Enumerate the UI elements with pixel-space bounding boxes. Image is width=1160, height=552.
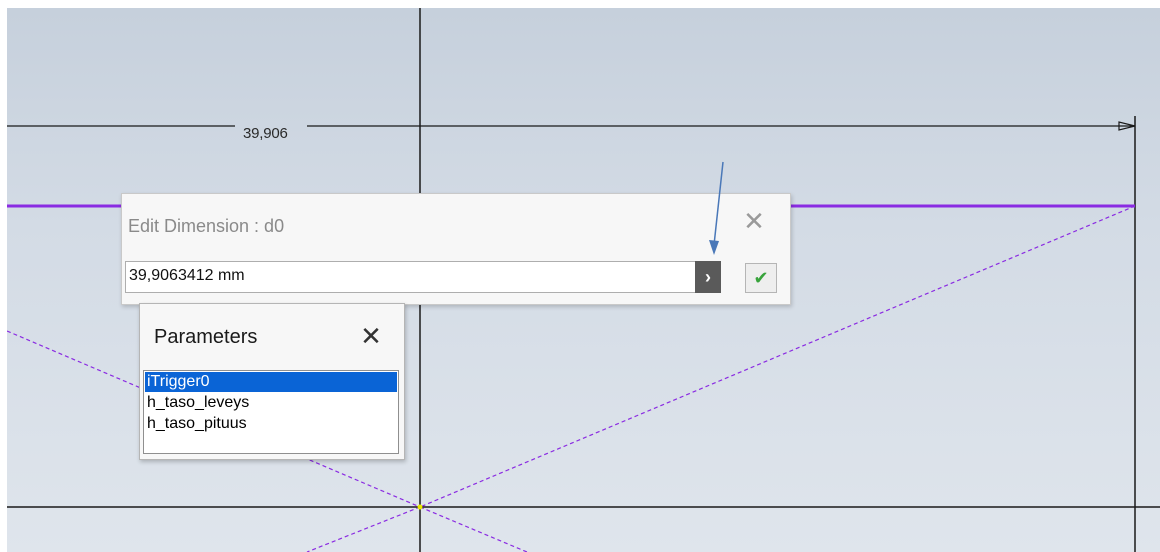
parameters-popup: Parameters ✕ iTrigger0 h_taso_leveys h_t…	[139, 303, 405, 460]
chevron-right-icon[interactable]: ›	[695, 261, 721, 293]
close-icon[interactable]: ✕	[356, 321, 386, 351]
dimension-value-input[interactable]	[126, 262, 689, 290]
construction-line-right-lower	[419, 506, 528, 552]
close-icon[interactable]: ✕	[739, 206, 769, 236]
accept-button[interactable]: ✔	[745, 263, 777, 293]
origin-point	[417, 504, 423, 510]
list-item[interactable]: h_taso_pituus	[145, 414, 397, 434]
parameters-list[interactable]: iTrigger0 h_taso_leveys h_taso_pituus	[143, 370, 399, 454]
dimension-value-label[interactable]: 39,906	[243, 125, 288, 142]
list-item[interactable]: iTrigger0	[145, 372, 397, 392]
edit-dimension-title: Edit Dimension : d0	[128, 216, 285, 236]
parameters-title: Parameters	[154, 326, 258, 348]
checkmark-icon: ✔	[753, 268, 769, 288]
annotation-arrow	[709, 161, 724, 255]
edit-dimension-dialog: Edit Dimension : d0 ✕ › ✔	[121, 193, 791, 305]
dimension-input-box	[125, 261, 697, 293]
construction-line-left-lower	[306, 506, 421, 552]
list-item[interactable]: h_taso_leveys	[145, 393, 397, 413]
